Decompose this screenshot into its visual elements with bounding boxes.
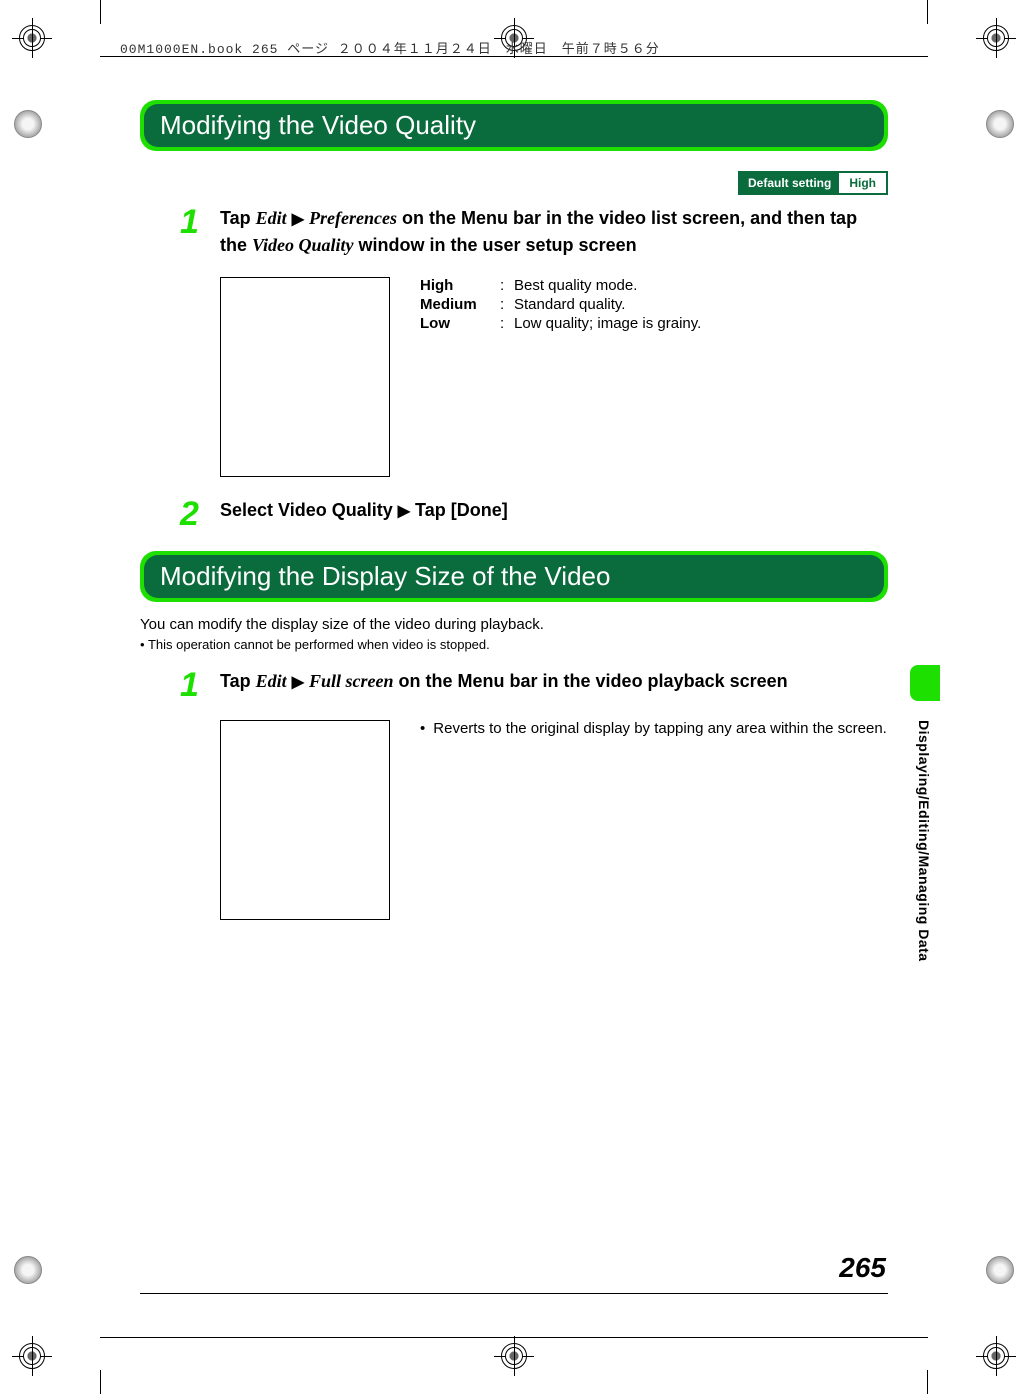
default-setting-value: High bbox=[839, 173, 886, 193]
step-number: 2 bbox=[180, 497, 220, 531]
text: on the Menu bar in the video playback sc… bbox=[394, 671, 788, 691]
colon: : bbox=[500, 315, 514, 332]
desc: Best quality mode. bbox=[514, 277, 637, 294]
crop-dot-icon bbox=[986, 110, 1014, 138]
section-heading-video-quality: Modifying the Video Quality bbox=[140, 100, 888, 151]
chapter-tab bbox=[910, 665, 940, 701]
window-video-quality: Video Quality bbox=[252, 235, 354, 255]
page-number: 265 bbox=[839, 1252, 886, 1284]
definition-row: High:Best quality mode. bbox=[420, 277, 701, 294]
print-header: 00M1000EN.book 265 ページ ２００４年１１月２４日 水曜日 午… bbox=[120, 38, 660, 57]
step-instruction: Tap Edit ▶ Full screen on the Menu bar i… bbox=[220, 668, 888, 702]
registration-mark-icon bbox=[976, 18, 1016, 58]
colon: : bbox=[500, 296, 514, 313]
page-footer-rule bbox=[140, 1293, 888, 1294]
quality-definitions: High:Best quality mode. Medium:Standard … bbox=[420, 277, 701, 477]
crop-mark-icon bbox=[100, 0, 101, 24]
step-detail-row: High:Best quality mode. Medium:Standard … bbox=[220, 277, 888, 477]
term-low: Low bbox=[420, 315, 500, 332]
registration-mark-icon bbox=[12, 1336, 52, 1376]
step-instruction: Tap Edit ▶ Preferences on the Menu bar i… bbox=[220, 205, 888, 259]
step-instruction: Select Video Quality ▶ Tap [Done] bbox=[220, 497, 888, 531]
menu-preferences: Preferences bbox=[309, 208, 397, 228]
arrow-icon: ▶ bbox=[398, 503, 410, 520]
desc: Standard quality. bbox=[514, 296, 625, 313]
registration-mark-icon bbox=[494, 1336, 534, 1376]
step-number: 1 bbox=[180, 668, 220, 702]
default-setting-badge: Default setting High bbox=[738, 171, 888, 195]
section-title: Modifying the Video Quality bbox=[144, 104, 884, 147]
crop-dot-icon bbox=[986, 1256, 1014, 1284]
registration-mark-icon bbox=[976, 1336, 1016, 1376]
crop-dot-icon bbox=[14, 1256, 42, 1284]
chapter-label: Displaying/Editing/Managing Data bbox=[916, 720, 932, 962]
section-title: Modifying the Display Size of the Video bbox=[144, 555, 884, 598]
crop-mark-icon bbox=[927, 0, 928, 24]
term-medium: Medium bbox=[420, 296, 500, 313]
definition-row: Medium:Standard quality. bbox=[420, 296, 701, 313]
crop-mark-icon bbox=[100, 1370, 101, 1394]
arrow-icon: ▶ bbox=[292, 211, 304, 228]
default-setting-label: Default setting bbox=[740, 173, 839, 193]
menu-edit: Edit bbox=[256, 208, 287, 228]
screenshot-placeholder bbox=[220, 720, 390, 920]
step-number: 1 bbox=[180, 205, 220, 259]
menu-edit: Edit bbox=[256, 671, 287, 691]
section-intro: You can modify the display size of the v… bbox=[140, 616, 888, 633]
registration-mark-icon bbox=[12, 18, 52, 58]
text: Tap bbox=[220, 208, 256, 228]
step-1: 1 Tap Edit ▶ Preferences on the Menu bar… bbox=[180, 205, 888, 259]
menu-full-screen: Full screen bbox=[309, 671, 394, 691]
text: Reverts to the original display by tappi… bbox=[433, 720, 887, 737]
definition-row: Low:Low quality; image is grainy. bbox=[420, 315, 701, 332]
text: Tap [Done] bbox=[410, 500, 508, 520]
step-detail-row: Reverts to the original display by tappi… bbox=[220, 720, 888, 920]
desc: Low quality; image is grainy. bbox=[514, 315, 701, 332]
crop-dot-icon bbox=[14, 110, 42, 138]
text: Tap bbox=[220, 671, 256, 691]
text: Select Video Quality bbox=[220, 500, 398, 520]
arrow-icon: ▶ bbox=[292, 674, 304, 691]
term-high: High bbox=[420, 277, 500, 294]
footer-rule bbox=[100, 1337, 928, 1338]
section-heading-display-size: Modifying the Display Size of the Video bbox=[140, 551, 888, 602]
section-note: This operation cannot be performed when … bbox=[140, 637, 888, 652]
screenshot-placeholder bbox=[220, 277, 390, 477]
crop-mark-icon bbox=[927, 1370, 928, 1394]
step-1-section2: 1 Tap Edit ▶ Full screen on the Menu bar… bbox=[180, 668, 888, 702]
header-rule bbox=[100, 56, 928, 57]
step-2: 2 Select Video Quality ▶ Tap [Done] bbox=[180, 497, 888, 531]
text: window in the user setup screen bbox=[354, 235, 637, 255]
colon: : bbox=[500, 277, 514, 294]
note-bullet: Reverts to the original display by tappi… bbox=[420, 720, 888, 737]
